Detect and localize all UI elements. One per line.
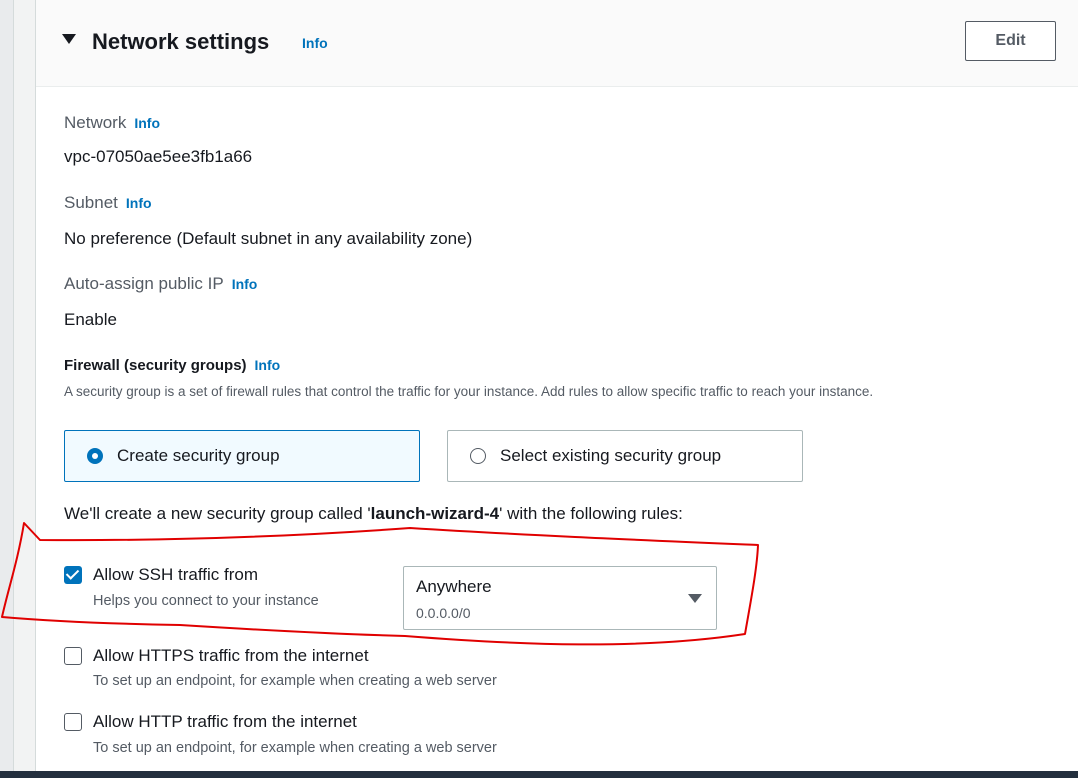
ssh-source-value: Anywhere (416, 577, 492, 596)
bottom-bar (0, 771, 1078, 778)
select-existing-group-tile[interactable]: Select existing security group (447, 430, 803, 482)
ssh-source-cidr: 0.0.0.0/0 (416, 605, 471, 621)
firewall-label-text: Firewall (security groups) (64, 357, 247, 374)
ssh-rule-title: Allow SSH traffic from (93, 565, 259, 584)
section-title[interactable]: Network settings (92, 27, 269, 57)
select-existing-group-label: Select existing security group (500, 446, 722, 465)
radio-selected-icon[interactable] (87, 448, 103, 464)
http-rule-title: Allow HTTP traffic from the internet (93, 712, 357, 731)
ssh-source-select[interactable]: Anywhere 0.0.0.0/0 (403, 566, 717, 630)
https-rule-title: Allow HTTPS traffic from the internet (93, 646, 369, 665)
network-settings-panel: Network settings Info Edit Network Info v… (35, 0, 1078, 771)
section-info-link[interactable]: Info (302, 35, 328, 51)
https-checkbox[interactable] (64, 647, 82, 665)
rules-intro-suffix: ' with the following rules: (499, 504, 683, 523)
network-info-link[interactable]: Info (134, 115, 160, 131)
create-security-group-tile[interactable]: Create security group (64, 430, 420, 482)
caret-down-icon[interactable] (62, 34, 76, 44)
auto-ip-value: Enable (64, 310, 117, 329)
firewall-description: A security group is a set of firewall ru… (64, 384, 874, 399)
firewall-info-link[interactable]: Info (255, 357, 281, 373)
http-rule-desc: To set up an endpoint, for example when … (93, 740, 497, 756)
network-label: Network Info (64, 112, 160, 134)
rules-intro-prefix: We'll create a new security group called… (64, 504, 371, 523)
ssh-rule-desc: Helps you connect to your instance (93, 593, 319, 609)
subnet-value: No preference (Default subnet in any ava… (64, 229, 473, 248)
network-label-text: Network (64, 113, 127, 132)
panel-header: Network settings Info Edit (36, 0, 1078, 87)
create-security-group-label: Create security group (117, 446, 280, 465)
https-rule-desc: To set up an endpoint, for example when … (93, 673, 497, 689)
subnet-info-link[interactable]: Info (126, 195, 152, 211)
network-value: vpc-07050ae5ee3fb1a66 (64, 147, 253, 166)
auto-ip-info-link[interactable]: Info (232, 276, 258, 292)
firewall-label: Firewall (security groups) Info (64, 355, 280, 376)
ssh-checkbox[interactable] (64, 566, 82, 584)
subnet-label-text: Subnet (64, 193, 118, 212)
auto-ip-label: Auto-assign public IP Info (64, 273, 257, 295)
subnet-label: Subnet Info (64, 192, 152, 214)
caret-down-icon (688, 594, 702, 603)
left-gutter (0, 0, 14, 778)
edit-button[interactable]: Edit (965, 21, 1056, 61)
rules-intro: We'll create a new security group called… (64, 503, 683, 525)
security-group-name: launch-wizard-4 (370, 504, 500, 523)
auto-ip-label-text: Auto-assign public IP (64, 274, 224, 293)
http-checkbox[interactable] (64, 713, 82, 731)
radio-unselected-icon[interactable] (470, 448, 486, 464)
